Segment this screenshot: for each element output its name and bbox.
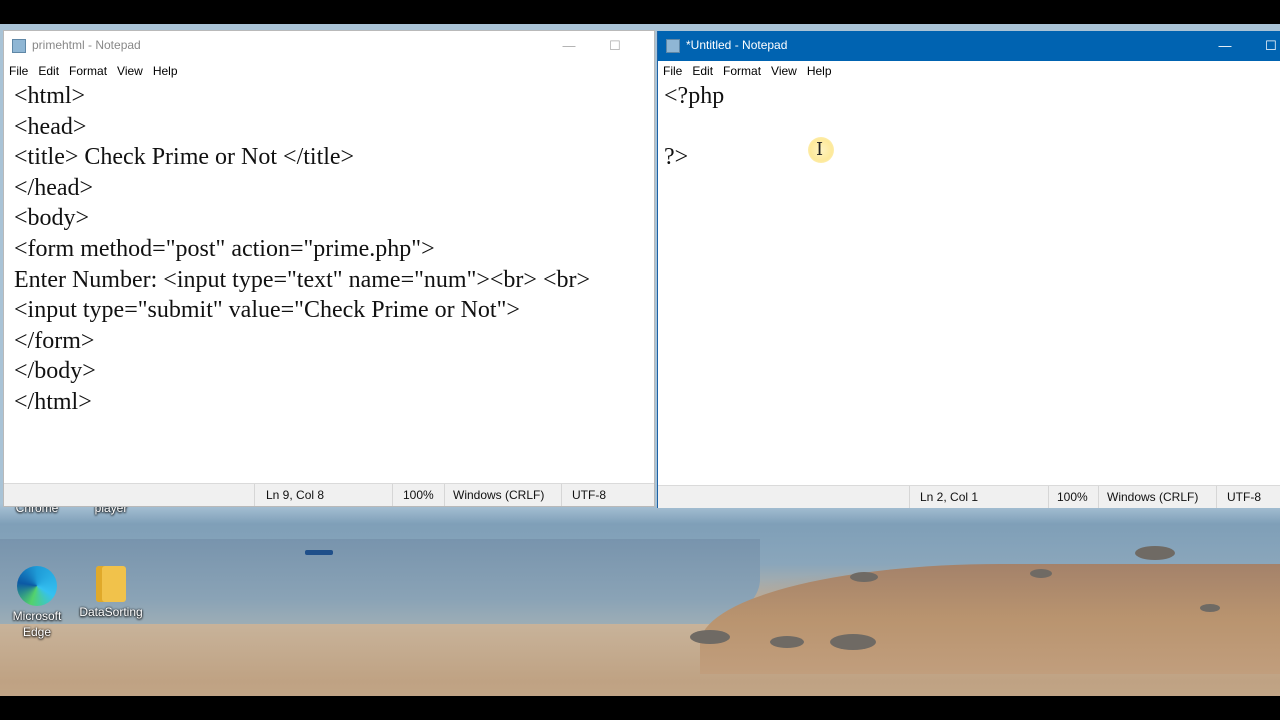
status-separator (392, 484, 393, 506)
menu-file[interactable]: File (4, 61, 33, 81)
text-cursor-icon: I (808, 137, 834, 163)
notepad-window-untitled[interactable]: *Untitled - Notepad — ☐ File Edit Format Vi… (657, 31, 1280, 508)
menu-help[interactable]: Help (148, 61, 183, 81)
status-bar: Ln 2, Col 1 100% Windows (CRLF) UTF-8 (658, 485, 1280, 508)
menu-format[interactable]: Format (718, 61, 766, 81)
top-letterbox (0, 0, 1280, 24)
menu-edit[interactable]: Edit (687, 61, 718, 81)
text-editor[interactable]: <?php ?> (664, 81, 1280, 173)
menu-bar: File Edit Format View Help (4, 61, 654, 81)
desktop-icon-label: Microsoft Edge (12, 609, 62, 639)
ibeam-glyph: I (816, 139, 824, 160)
status-separator (254, 484, 255, 506)
folder-icon (96, 566, 126, 602)
notepad-window-primehtml[interactable]: primehtml - Notepad — ☐ File Edit Format Vi… (3, 30, 655, 507)
status-line-ending: Windows (CRLF) (1107, 490, 1199, 504)
wallpaper-rock (1135, 546, 1175, 560)
menu-file[interactable]: File (658, 61, 687, 81)
status-encoding: UTF-8 (1227, 490, 1261, 504)
status-separator (444, 484, 445, 506)
status-separator (1216, 486, 1217, 508)
notepad-icon (666, 39, 680, 53)
edge-icon (17, 566, 57, 606)
status-separator (1098, 486, 1099, 508)
wallpaper-rock (1030, 569, 1052, 578)
menu-help[interactable]: Help (802, 61, 837, 81)
status-bar: Ln 9, Col 8 100% Windows (CRLF) UTF-8 (4, 483, 654, 506)
wallpaper-boat (305, 550, 333, 555)
status-separator (909, 486, 910, 508)
wallpaper-rock (770, 636, 804, 648)
bottom-letterbox (0, 696, 1280, 720)
status-line-ending: Windows (CRLF) (453, 488, 545, 502)
status-position: Ln 2, Col 1 (920, 490, 979, 504)
status-zoom: 100% (1057, 490, 1088, 504)
maximize-button[interactable]: ☐ (1248, 31, 1280, 61)
notepad-icon (12, 39, 26, 53)
status-zoom: 100% (403, 488, 434, 502)
title-bar[interactable]: *Untitled - Notepad — ☐ (658, 31, 1280, 61)
menu-view[interactable]: View (112, 61, 148, 81)
wallpaper-rock (830, 634, 876, 650)
wallpaper-rock (1200, 604, 1220, 612)
wallpaper-rock (850, 572, 878, 582)
window-title: *Untitled - Notepad (686, 38, 788, 52)
wallpaper-rock (690, 630, 730, 644)
desktop-icon-datasorting[interactable]: DataSorting (76, 566, 146, 620)
menu-bar: File Edit Format View Help (658, 61, 1280, 81)
desktop-icon-label: DataSorting (79, 605, 143, 619)
menu-edit[interactable]: Edit (33, 61, 64, 81)
status-encoding: UTF-8 (572, 488, 606, 502)
wallpaper-beach (700, 564, 1280, 674)
text-editor[interactable]: <html> <head> <title> Check Prime or Not… (4, 81, 654, 418)
status-position: Ln 9, Col 8 (266, 488, 325, 502)
menu-format[interactable]: Format (64, 61, 112, 81)
title-bar[interactable]: primehtml - Notepad — ☐ (4, 31, 654, 61)
desktop-icon-edge[interactable]: Microsoft Edge (2, 566, 72, 640)
menu-view[interactable]: View (766, 61, 802, 81)
minimize-button[interactable]: — (546, 31, 592, 61)
window-title: primehtml - Notepad (32, 38, 141, 52)
minimize-button[interactable]: — (1202, 31, 1248, 61)
status-separator (1048, 486, 1049, 508)
status-separator (561, 484, 562, 506)
maximize-button[interactable]: ☐ (592, 31, 638, 61)
